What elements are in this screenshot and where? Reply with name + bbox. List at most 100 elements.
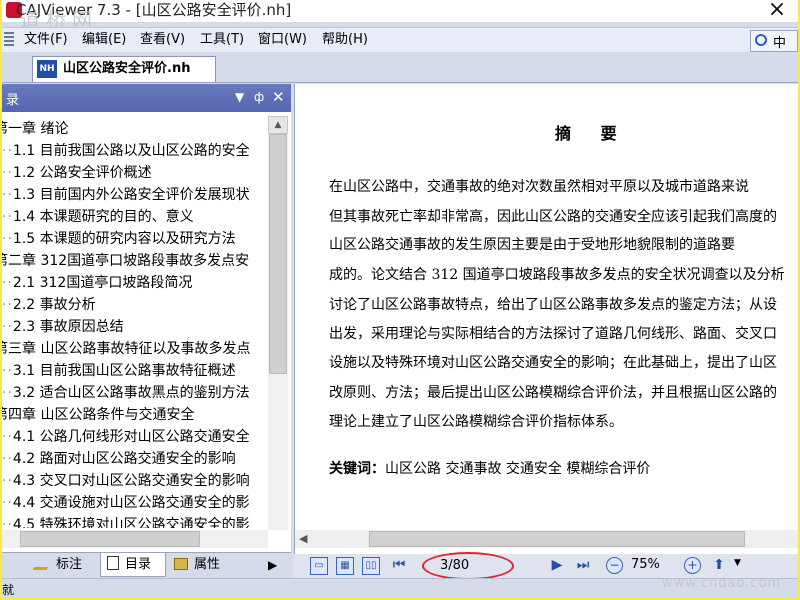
abstract-line: 在山区公路中，交通事故的绝对次数虽然相对平原以及城市道路来说 — [329, 179, 749, 195]
toc-panel: 录 ▼ ф ✕ 第一章 绪论 ··1.1 目前我国公路以及山区公路的安全 ··1… — [2, 84, 291, 579]
toc-item[interactable]: ··4.2 路面对山区公路交通安全的影响 — [2, 448, 236, 470]
rotate-icon[interactable]: ⬆ — [710, 557, 728, 575]
page-number-field[interactable]: 3/80 — [440, 556, 502, 576]
keywords-label: 关键词： — [329, 461, 385, 477]
toc-item-label: 2.2 事故分析 — [12, 297, 96, 313]
toc-item[interactable]: ··1.5 本课题的研究内容以及研究方法 — [2, 228, 236, 250]
toc-item[interactable]: ··4.3 交叉口对山区公路交通安全的影响 — [2, 470, 250, 492]
tab-properties[interactable]: 属性 — [174, 553, 220, 577]
zoom-level[interactable]: 75% — [631, 557, 660, 572]
menu-tools[interactable]: 工具(T) — [200, 31, 244, 49]
toc-item-label: 2.3 事故原因总结 — [12, 319, 124, 335]
title-bar: CAJViewer 7.3 - [山区公路安全评价.nh] 道桥网 × — [2, 0, 798, 32]
language-indicator[interactable]: 中 — [750, 30, 798, 52]
tab-document[interactable]: NH 山区公路安全评价.nh — [32, 56, 216, 82]
keywords-line: 关键词：山区公路 交通事故 交通安全 模糊综合评价 — [329, 456, 650, 482]
navigation-toolbar: ▭ ▦ ▯▯ ⏮ 3/80 ▶ ⏭ − 75% + ⬆ ▼ — [294, 552, 798, 580]
panel-close-icon[interactable]: ✕ — [272, 90, 285, 105]
tab-annotations[interactable]: 标注 — [32, 553, 83, 577]
menu-file[interactable]: 文件(F) — [24, 31, 68, 49]
panel-tab-bar: 标注 目录 属性 ▶ — [2, 552, 291, 579]
toc-scroll-thumb[interactable] — [269, 134, 287, 374]
menu-grip-icon[interactable] — [4, 32, 14, 48]
menu-window[interactable]: 窗口(W) — [258, 31, 307, 49]
toc-hscroll-thumb[interactable] — [20, 531, 200, 547]
toc-item[interactable]: ··3.2 适合山区公路事故黑点的鉴别方法 — [2, 382, 250, 404]
tab-toc-label: 目录 — [125, 557, 152, 572]
toc-item-label: 1.5 本课题的研究内容以及研究方法 — [12, 231, 236, 247]
abstract-line: 山区公路交通事故的发生原因主要是由于受地形地貌限制的道路要 — [329, 237, 735, 253]
toc-list: 第一章 绪论 ··1.1 目前我国公路以及山区公路的安全 ··1.2 公路安全评… — [2, 116, 267, 528]
panel-dropdown-icon[interactable]: ▼ — [235, 90, 244, 104]
next-page-icon[interactable]: ▶ — [548, 557, 566, 575]
language-icon — [755, 34, 767, 46]
pencil-icon — [32, 558, 54, 570]
scroll-left-icon[interactable]: ◀ — [299, 532, 307, 545]
keywords-value: 山区公路 交通事故 交通安全 模糊综合评价 — [385, 461, 651, 477]
toc-item[interactable]: ··4.5 特殊环境对山区公路交通安全的影 — [2, 514, 250, 528]
toc-item[interactable]: 第三章 山区公路事故特征以及事故多发点 — [2, 338, 250, 360]
toc-item-label: 4.2 路面对山区公路交通安全的影响 — [12, 451, 236, 467]
two-page-view-icon[interactable]: ▯▯ — [362, 557, 380, 575]
toc-item[interactable]: ··2.3 事故原因总结 — [2, 316, 124, 338]
toc-item[interactable]: 第四章 山区公路条件与交通安全 — [2, 404, 194, 426]
abstract-line: 讨论了山区公路事故特点，给出了山区公路事故多发点的鉴定方法；从设 — [329, 297, 777, 313]
toc-list-icon — [107, 556, 119, 570]
document-horizontal-scrollbar[interactable]: ◀ — [295, 530, 798, 548]
panel-pin-icon[interactable]: ф — [254, 90, 264, 104]
toolbar-more-icon[interactable]: ▼ — [734, 558, 741, 568]
toc-item[interactable]: 第二章 312国道亭口坡路段事故多发点安 — [2, 250, 249, 272]
zoom-in-icon[interactable]: + — [684, 557, 701, 574]
toc-item-label: 4.5 特殊环境对山区公路交通安全的影 — [12, 517, 250, 528]
first-page-icon[interactable]: ⏮ — [390, 557, 408, 575]
toc-horizontal-scrollbar[interactable] — [2, 530, 268, 548]
toc-item-label: 1.4 本课题研究的目的、意义 — [12, 209, 194, 225]
nh-file-icon: NH — [37, 60, 57, 78]
toc-item[interactable]: ··1.4 本课题研究的目的、意义 — [2, 206, 194, 228]
toc-item-label: 1.1 目前我国公路以及山区公路的安全 — [12, 143, 250, 159]
toc-panel-title: 录 — [6, 93, 20, 108]
continuous-view-icon[interactable]: ▦ — [336, 557, 354, 575]
menu-edit[interactable]: 编辑(E) — [82, 31, 126, 49]
toc-item-label: 2.1 312国道亭口坡路段简况 — [12, 275, 193, 291]
app-window: CAJViewer 7.3 - [山区公路安全评价.nh] 道桥网 × 文件(F… — [2, 0, 798, 598]
zoom-out-icon[interactable]: − — [606, 557, 623, 574]
close-window-button[interactable]: × — [758, 0, 796, 22]
toc-item[interactable]: ··1.1 目前我国公路以及山区公路的安全 — [2, 140, 250, 162]
scroll-up-icon[interactable]: ▲ — [268, 116, 288, 134]
language-label: 中 — [773, 36, 787, 51]
toc-item[interactable]: ··2.2 事故分析 — [2, 294, 96, 316]
watermark-bottom: www.cndao.com — [662, 576, 782, 591]
toc-item[interactable]: ··1.2 公路安全评价概述 — [2, 162, 152, 184]
toc-item[interactable]: ··3.1 目前我国山区公路事故特征概述 — [2, 360, 236, 382]
toc-item-label: 4.4 交通设施对山区公路交通安全的影 — [12, 495, 250, 511]
toc-item-label: 1.2 公路安全评价概述 — [12, 165, 152, 181]
toc-item[interactable]: 第一章 绪论 — [2, 118, 68, 140]
abstract-line: 设施以及特殊环境对山区公路交通安全的影响；在此基础上，提出了山区 — [329, 355, 777, 371]
abstract-line: 但其事故死亡率却非常高，因此山区公路的交通安全应该引起我们高度的 — [329, 209, 777, 225]
tab-annotations-label: 标注 — [56, 557, 83, 572]
single-page-view-icon[interactable]: ▭ — [310, 557, 328, 575]
document-tab-strip: NH 山区公路安全评价.nh — [2, 52, 798, 83]
toc-item[interactable]: ··4.1 公路几何线形对山区公路交通安全 — [2, 426, 250, 448]
abstract-line: 理论上建立了山区公路模糊综合评价指标体系。 — [329, 414, 623, 430]
abstract-title: 摘 要 — [555, 124, 629, 143]
document-hscroll-thumb[interactable] — [369, 531, 745, 547]
toc-item[interactable]: ··1.3 目前国内外公路安全评价发展现状 — [2, 184, 250, 206]
document-tab-label: 山区公路安全评价.nh — [63, 61, 191, 76]
document-view: 摘 要 在山区公路中，交通事故的绝对次数虽然相对平原以及城市道路来说 但其事故死… — [294, 84, 798, 554]
last-page-icon[interactable]: ⏭ — [574, 557, 592, 575]
toc-item[interactable]: ··2.1 312国道亭口坡路段简况 — [2, 272, 192, 294]
abstract-line: 改原则、方法；最后提出山区公路模糊综合评价法，并且根据山区公路的 — [329, 385, 777, 401]
toc-panel-header: 录 ▼ ф ✕ — [2, 84, 291, 112]
toc-item-label: 3.1 目前我国山区公路事故特征概述 — [12, 363, 236, 379]
abstract-line: 出发，采用理论与实际相结合的方法探讨了道路几何线形、路面、交叉口 — [329, 326, 777, 342]
toc-item-label: 3.2 适合山区公路事故黑点的鉴别方法 — [12, 385, 250, 401]
tabs-scroll-right-icon[interactable]: ▶ — [268, 553, 277, 577]
properties-icon — [174, 558, 188, 570]
toc-item[interactable]: ··4.4 交通设施对山区公路交通安全的影 — [2, 492, 250, 514]
menu-view[interactable]: 查看(V) — [140, 31, 185, 49]
menu-help[interactable]: 帮助(H) — [322, 31, 368, 49]
toc-vertical-scrollbar[interactable]: ▲ — [268, 116, 288, 530]
tab-toc[interactable]: 目录 — [100, 553, 166, 577]
